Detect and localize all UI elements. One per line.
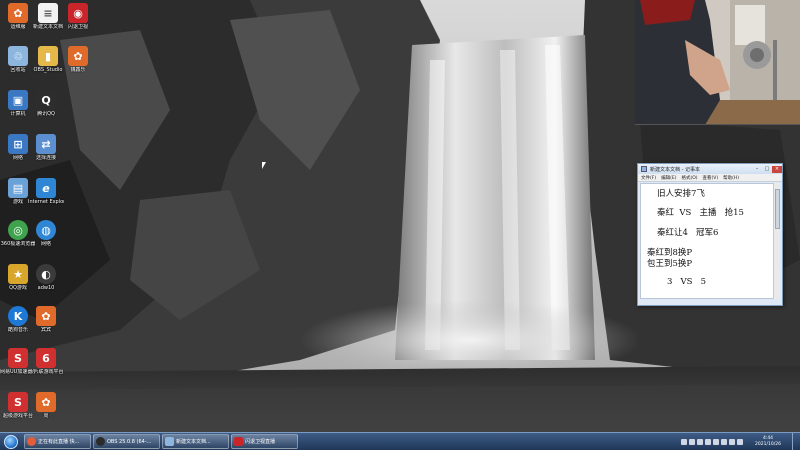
maximize-button[interactable]: □ — [762, 166, 772, 173]
clock[interactable]: 4:44 2021/10/26 — [749, 436, 787, 448]
qq-games-icon: ★ — [8, 264, 28, 284]
tray-icon[interactable] — [705, 439, 711, 445]
game-platform-icon: S — [8, 392, 28, 412]
desktop-icon-label: 网络 — [40, 241, 51, 247]
minimize-button[interactable]: – — [752, 166, 762, 173]
desktop-icon[interactable]: ⇄ 选择连接 — [28, 134, 64, 161]
desktop-icon-label: adw10 — [37, 285, 55, 291]
notepad-menu-bar: 文件(F) 编辑(E) 格式(O) 查看(V) 帮助(H) — [638, 174, 782, 182]
tray-icon[interactable] — [681, 439, 687, 445]
volume-icon[interactable] — [737, 439, 743, 445]
text-line: 3 VS 5 — [667, 277, 706, 287]
network-icon: ◍ — [36, 220, 56, 240]
menu-file[interactable]: 文件(F) — [641, 175, 656, 181]
taskbar-item[interactable]: 新建文本文档... — [162, 434, 229, 449]
text-line: 秦红 VS 主播 抢15 — [657, 208, 744, 218]
app-icon: ✿ — [8, 3, 28, 23]
notepad-scrollbar[interactable] — [773, 183, 780, 299]
network-icon[interactable] — [729, 439, 735, 445]
desktop-icon-label: Internet Explorer — [28, 199, 64, 205]
notepad-icon — [165, 437, 174, 446]
scrollbar-thumb[interactable] — [775, 189, 780, 229]
app-icon: ◉ — [68, 3, 88, 23]
close-button[interactable]: × — [772, 165, 782, 173]
text-line: 包王到5换P — [647, 259, 693, 269]
internet-explorer-icon: e — [36, 178, 56, 198]
qq-icon: Q — [36, 90, 56, 110]
app-icon: ◐ — [36, 264, 56, 284]
menu-format[interactable]: 格式(O) — [681, 175, 697, 181]
taskbar-item-label: 正在有此直播 快... — [38, 439, 80, 445]
connection-icon: ⇄ — [36, 134, 56, 154]
desktop-icon[interactable]: ◍ 网络 — [28, 220, 64, 247]
desktop-icon-label: 周 — [43, 413, 49, 419]
tray-icon[interactable] — [697, 439, 703, 445]
taskbar: 正在有此直播 快... OBS 25.0.8 (64-... 新建文本文档...… — [0, 432, 800, 450]
desktop-icon-label: 六六联游戏平台 — [28, 369, 64, 375]
app-icon: ✿ — [36, 306, 56, 326]
clock-date: 2021/10/26 — [755, 442, 781, 447]
desktop-icon[interactable]: eInternet Explorer — [28, 178, 64, 205]
menu-help[interactable]: 帮助(H) — [723, 175, 739, 181]
desktop-icon-label: 腾讯QQ — [37, 111, 55, 117]
text-document-icon: ≡ — [38, 3, 58, 23]
network-icon: ⊞ — [8, 134, 28, 154]
desktop-icon-label: 宾宾 — [40, 327, 51, 333]
taskbar-item-label: 闪退卫视直播 — [245, 439, 276, 445]
notepad-icon — [641, 166, 647, 172]
desktop-icon[interactable]: 6 六六联游戏平台 — [28, 348, 64, 375]
app-icon: ✿ — [36, 392, 56, 412]
notepad-text-area[interactable]: 旧人安排7飞 秦红 VS 主播 抢15 秦红让4 冠军6 秦红到8换P 包王到5… — [640, 183, 774, 299]
browser-icon — [27, 437, 36, 446]
tray-icon[interactable] — [689, 439, 695, 445]
mouse-cursor-icon — [262, 162, 266, 169]
notepad-title: 新建文本文档 - 记事本 — [650, 166, 700, 173]
menu-view[interactable]: 查看(V) — [703, 175, 719, 181]
kugou-music-icon: K — [8, 306, 28, 326]
computer-icon: ▣ — [8, 90, 28, 110]
show-desktop-button[interactable] — [792, 433, 798, 450]
desktop-icon-label: 闪退卫视 — [67, 24, 88, 30]
windows-logo-icon — [4, 434, 18, 449]
desktop-icon[interactable]: ✿ 周 — [28, 392, 64, 419]
recycle-bin-icon: ♲ — [8, 46, 28, 66]
taskbar-item[interactable]: 正在有此直播 快... — [24, 434, 91, 449]
desktop-icon[interactable]: ◉ 闪退卫视 — [60, 3, 96, 30]
desktop-icon-label: 魏鑫乐 — [70, 67, 86, 73]
browser-icon: ◎ — [8, 220, 28, 240]
tray-icon[interactable] — [721, 439, 727, 445]
taskbar-item[interactable]: 闪退卫视直播 — [231, 434, 298, 449]
webcam-overlay — [635, 0, 800, 125]
notepad-window[interactable]: 新建文本文档 - 记事本 – □ × 文件(F) 编辑(E) 格式(O) 查看(… — [637, 163, 783, 306]
desktop-icon[interactable]: Q 腾讯QQ — [28, 90, 64, 117]
app-icon — [234, 437, 243, 446]
desktop-icon[interactable]: ◐ adw10 — [28, 264, 64, 291]
text-line: 旧人安排7飞 — [657, 189, 705, 199]
taskbar-item[interactable]: OBS 25.0.8 (64-... — [93, 434, 160, 449]
start-button[interactable] — [0, 433, 22, 450]
taskbar-item-label: OBS 25.0.8 (64-... — [107, 438, 152, 445]
games-icon: ▤ — [8, 178, 28, 198]
desktop-icon[interactable]: ✿ 魏鑫乐 — [60, 46, 96, 73]
notepad-title-bar[interactable]: 新建文本文档 - 记事本 – □ × — [638, 164, 782, 174]
text-line: 秦红让4 冠军6 — [657, 228, 719, 238]
folder-icon: ▮ — [38, 46, 58, 66]
game-platform-icon: 6 — [36, 348, 56, 368]
menu-edit[interactable]: 编辑(E) — [661, 175, 676, 181]
desktop-icon[interactable]: ✿ 宾宾 — [28, 306, 64, 333]
game-platform-icon: S — [8, 348, 28, 368]
app-icon: ✿ — [68, 46, 88, 66]
system-tray: 4:44 2021/10/26 — [681, 433, 798, 450]
obs-icon — [96, 437, 105, 446]
taskbar-item-label: 新建文本文档... — [176, 439, 211, 445]
tray-icon[interactable] — [713, 439, 719, 445]
desktop-icon-label: 选择连接 — [35, 155, 56, 161]
